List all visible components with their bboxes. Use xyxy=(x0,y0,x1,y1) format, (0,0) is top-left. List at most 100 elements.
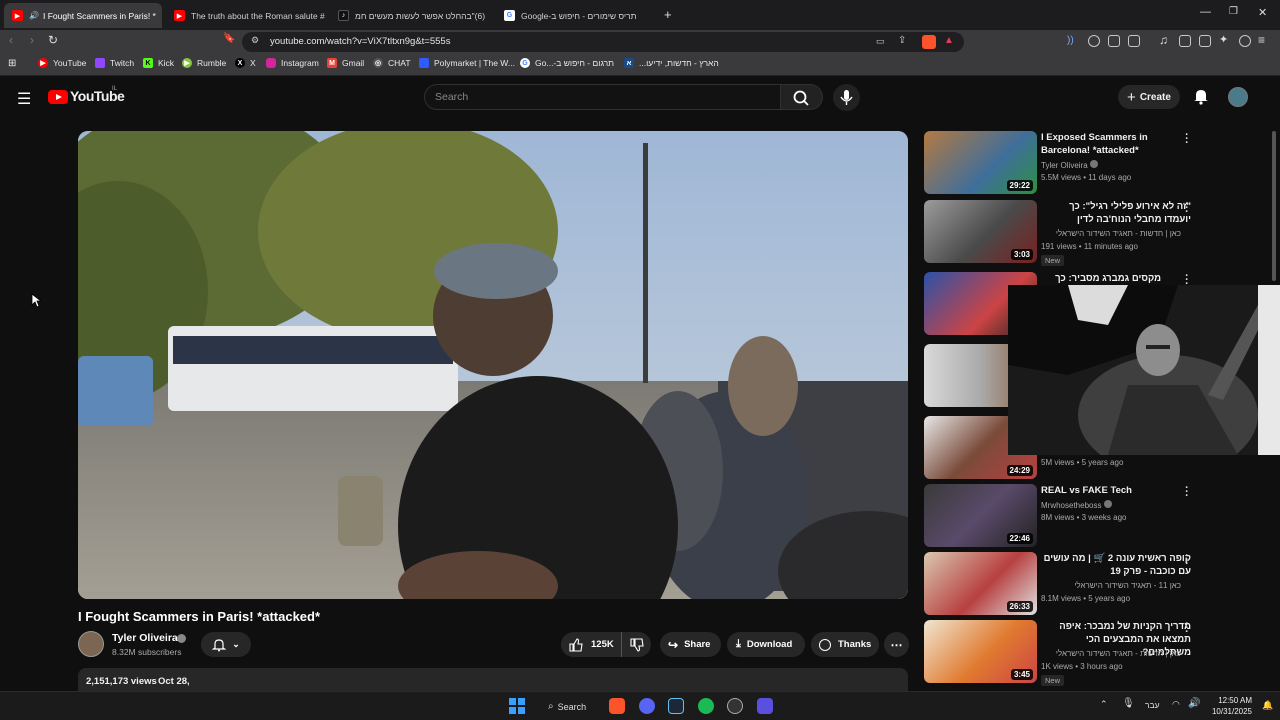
bookmark-chat[interactable]: ◎ CHAT xyxy=(373,58,411,68)
account-avatar[interactable] xyxy=(1228,87,1248,107)
share-page-icon[interactable]: ⇪ xyxy=(898,35,906,46)
extension-shield-icon[interactable] xyxy=(1088,35,1100,47)
dislike-button[interactable] xyxy=(621,632,651,657)
bookmark-polymarket[interactable]: Polymarket | The W... xyxy=(419,58,515,68)
brave-rewards-icon[interactable]: ▲ xyxy=(944,35,954,46)
video-player[interactable] xyxy=(78,131,908,599)
extension-box-icon[interactable] xyxy=(1128,35,1140,47)
thumbnail[interactable]: 3:45 xyxy=(924,620,1037,683)
window-close-icon[interactable]: ✕ xyxy=(1258,6,1267,19)
create-button[interactable]: + Create xyxy=(1118,85,1180,109)
tab-roman-salute[interactable]: ▶ The truth about the Roman salute # xyxy=(166,3,326,28)
bookmark-icon[interactable]: 🔖 xyxy=(223,33,235,44)
forward-icon[interactable]: › xyxy=(30,33,34,47)
bookmark-haaretz[interactable]: א הארץ - חדשות, ידיעו... xyxy=(624,58,719,68)
channel-name[interactable]: כאן | חדשות - תאגיד השידור הישראלי xyxy=(1041,649,1181,658)
site-info-icon[interactable]: ⚙ xyxy=(251,35,259,46)
audio-extension-icon[interactable]: )) xyxy=(1067,35,1074,46)
more-vertical-icon[interactable]: · · · xyxy=(1184,551,1190,570)
minimize-icon[interactable]: — xyxy=(1200,6,1211,18)
notification-bell-icon[interactable]: 🔔 xyxy=(1262,700,1273,711)
more-vertical-icon[interactable]: · · · xyxy=(1184,483,1190,502)
channel-name[interactable]: כאן | חדשות - תאגיד השידור הישראלי xyxy=(1041,229,1181,238)
download-button[interactable]: ⤓ Download xyxy=(727,632,805,657)
recommendation-title[interactable]: "זה לא אירוע פלילי רגיל": כך יועמדו מחבל… xyxy=(1041,200,1191,226)
notifications-button[interactable] xyxy=(1193,88,1209,110)
tab-close-icon[interactable]: ✕ xyxy=(156,10,163,21)
recommendation-title[interactable]: I Exposed Scammers in Barcelona! *attack… xyxy=(1041,131,1191,157)
new-tab-button[interactable]: + xyxy=(664,7,672,22)
search-input[interactable]: Search xyxy=(424,84,781,110)
clock[interactable]: 12:50 AM 10/31/2025 xyxy=(1207,695,1252,717)
channel-name[interactable]: כאן 11 - תאגיד השידור הישראלי xyxy=(1041,581,1181,590)
reload-icon[interactable]: ↻ xyxy=(48,33,58,47)
search-button[interactable] xyxy=(781,84,823,110)
hamburger-menu-icon[interactable]: ☰ xyxy=(17,89,31,109)
more-vertical-icon[interactable]: · · · xyxy=(1184,619,1190,638)
tab-active[interactable]: ▶ 🔊 I Fought Scammers in Paris! * ✕ xyxy=(4,3,162,28)
tab-tiktok[interactable]: ♪ (6)"בהחלט אפשר לעשות מעשים חמ xyxy=(330,3,496,28)
bookmark-google-translate[interactable]: G תרגום - חיפוש ב-...Go xyxy=(520,58,614,68)
bookmark-gmail[interactable]: M Gmail xyxy=(327,58,364,68)
thumbnail[interactable]: 29:22 xyxy=(924,131,1037,194)
back-icon[interactable]: ‹ xyxy=(9,33,13,47)
bookmark-instagram[interactable]: Instagram xyxy=(266,58,319,68)
bookmark-kick[interactable]: K Kick xyxy=(143,58,174,68)
recommendation-item[interactable]: 29:22 I Exposed Scammers in Barcelona! *… xyxy=(924,130,1269,195)
like-button[interactable]: 125K xyxy=(561,632,621,657)
brave-shields-icon[interactable] xyxy=(922,35,936,49)
wallet-icon[interactable] xyxy=(1199,35,1211,47)
app-icon[interactable] xyxy=(727,698,743,714)
speaker-icon[interactable]: 🔊 xyxy=(29,11,39,20)
recommendation-title[interactable]: קופה ראשית עונה 2 🛒 | מה עושים עם כוכבה … xyxy=(1041,552,1191,578)
leo-ai-icon[interactable]: ✦ xyxy=(1219,33,1228,46)
notifications-subscribe-button[interactable]: ⌄ xyxy=(201,632,251,657)
channel-name[interactable]: Mrwhosetheboss xyxy=(1041,500,1112,510)
taskbar-search-button[interactable]: ⌕ Search xyxy=(541,696,594,717)
recommendation-item[interactable]: 3:45 מדריך הקניות של נמבכר: איפה תמצאו א… xyxy=(924,619,1269,686)
voice-search-button[interactable] xyxy=(833,84,860,111)
bookmark-youtube[interactable]: ▶ YouTube xyxy=(38,58,86,68)
thanks-button[interactable]: Thanks xyxy=(811,632,879,657)
media-app-icon[interactable] xyxy=(757,698,773,714)
bookmark-rumble[interactable]: ▶ Rumble xyxy=(182,58,226,68)
tab-google-search[interactable]: G תריס שימורים - חיפוש ב-Google xyxy=(496,3,660,28)
channel-avatar[interactable] xyxy=(78,631,104,657)
music-icon[interactable]: ♫ xyxy=(1159,33,1168,47)
more-vertical-icon[interactable]: · · · xyxy=(1184,199,1190,218)
show-hidden-icons-chevron-icon[interactable]: ⌃ xyxy=(1100,699,1108,710)
more-vertical-icon[interactable]: · · · xyxy=(1184,130,1190,149)
volume-icon[interactable]: 🔊 xyxy=(1188,698,1200,709)
input-language[interactable]: עבר xyxy=(1145,700,1160,710)
address-bar[interactable]: ⚙ youtube.com/watch?v=ViX7tltxn9g&t=555s… xyxy=(242,32,964,52)
thumbnail[interactable]: 3:03 xyxy=(924,200,1037,263)
cast-icon[interactable]: ▭ xyxy=(876,36,885,47)
restore-icon[interactable]: ❐ xyxy=(1229,6,1238,17)
wifi-icon[interactable]: ◠ xyxy=(1172,699,1180,710)
recommendation-title[interactable]: REAL vs FAKE Tech xyxy=(1041,484,1191,497)
extensions-puzzle-icon[interactable] xyxy=(1108,35,1120,47)
windows-start-icon[interactable] xyxy=(509,698,525,714)
vpn-icon[interactable] xyxy=(1239,35,1251,47)
bookmark-x[interactable]: XX xyxy=(235,58,256,68)
spotify-icon[interactable] xyxy=(698,698,714,714)
share-button[interactable]: ↪ Share xyxy=(660,632,721,657)
steam-icon[interactable] xyxy=(668,698,684,714)
recommendation-item[interactable]: 22:46 REAL vs FAKE Tech Mrwhosetheboss 8… xyxy=(924,483,1269,548)
sidebar-icon[interactable] xyxy=(1179,35,1191,47)
youtube-logo-icon[interactable] xyxy=(48,90,68,104)
apps-grid-icon[interactable]: ⊞ xyxy=(8,58,16,69)
bookmark-twitch[interactable]: Twitch xyxy=(95,58,134,68)
recommendation-item[interactable]: 26:33 קופה ראשית עונה 2 🛒 | מה עושים עם … xyxy=(924,551,1269,616)
channel-name[interactable]: Tyler Oliveira xyxy=(112,632,178,644)
brave-browser-icon[interactable] xyxy=(609,698,625,714)
sidebar-scrollbar[interactable] xyxy=(1272,131,1276,281)
microphone-tray-icon[interactable]: 🎙 xyxy=(1122,698,1135,709)
recommendation-item[interactable]: 3:03 "זה לא אירוע פלילי רגיל": כך יועמדו… xyxy=(924,199,1269,266)
channel-name[interactable]: Tyler Oliveira xyxy=(1041,160,1098,170)
menu-icon[interactable]: ≡ xyxy=(1258,33,1265,47)
thumbnail[interactable]: 22:46 xyxy=(924,484,1037,547)
thumbnail[interactable]: 26:33 xyxy=(924,552,1037,615)
discord-icon[interactable] xyxy=(639,698,655,714)
more-actions-button[interactable]: ⋯ xyxy=(884,632,909,657)
